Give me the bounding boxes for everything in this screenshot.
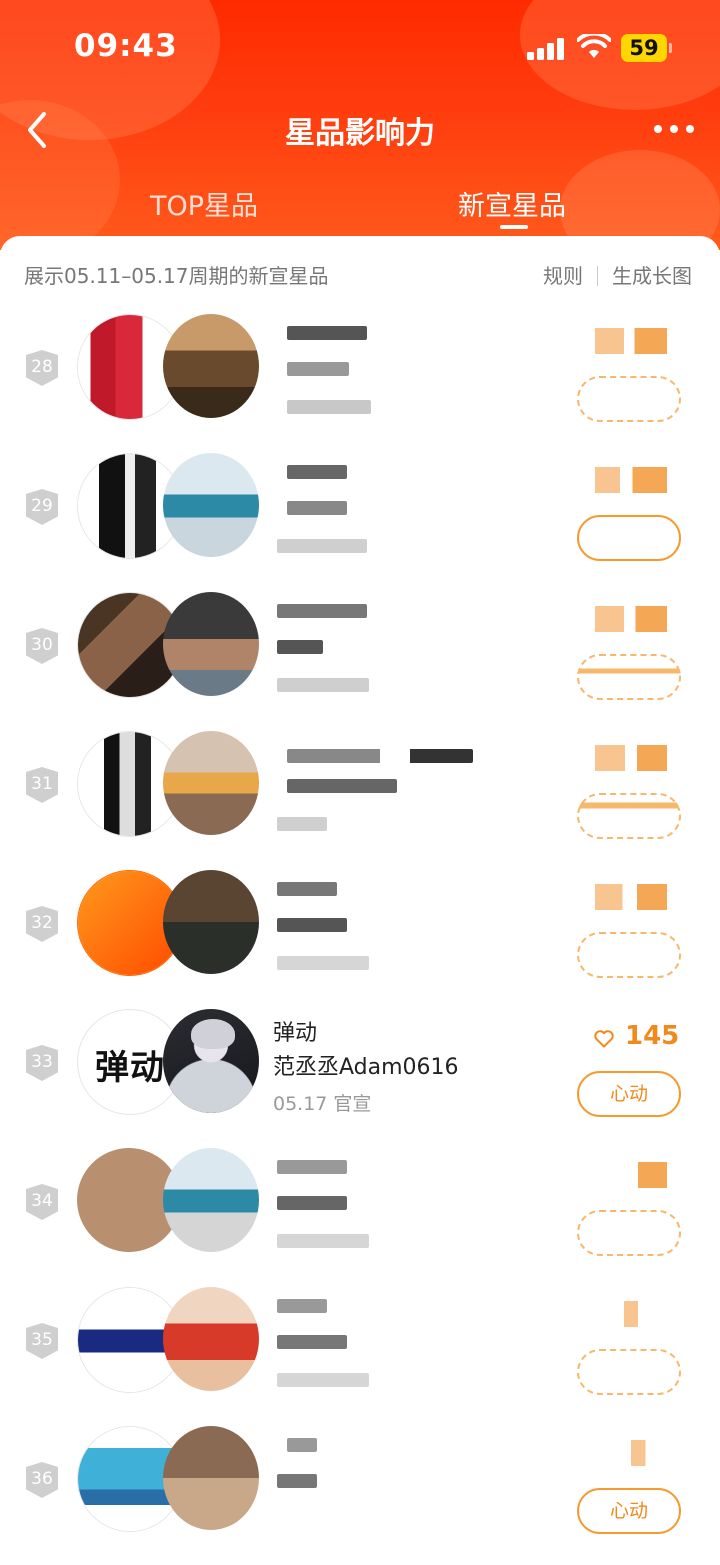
announce-date: 05.17 官宣	[273, 1093, 372, 1115]
like-button[interactable]	[577, 1349, 681, 1395]
like-button[interactable]	[577, 793, 681, 839]
celebrity-avatar	[163, 1009, 259, 1113]
list-item[interactable]: 35	[0, 1287, 720, 1426]
obscured-likes	[595, 1440, 667, 1466]
tab-top-products[interactable]: TOP星品	[150, 184, 258, 223]
rank-badge: 31	[26, 767, 58, 803]
obscured-likes	[595, 467, 667, 493]
celebrity-avatar-obscured	[163, 1426, 259, 1530]
celebrity-avatar-obscured	[163, 1287, 259, 1391]
heart-beat-button[interactable]: 心动	[577, 1488, 681, 1534]
divider	[597, 266, 598, 286]
battery-nub	[669, 43, 672, 53]
list-item[interactable]: 31	[0, 731, 720, 870]
like-count: 145	[625, 1021, 680, 1051]
list-item[interactable]: 30	[0, 592, 720, 731]
rank-badge: 35	[26, 1323, 58, 1359]
active-tab-indicator	[500, 225, 528, 229]
celebrity-avatar-obscured	[163, 453, 259, 557]
rank-badge: 33	[26, 1045, 58, 1081]
tab-new-announced[interactable]: 新宣星品	[458, 184, 566, 223]
obscured-likes	[595, 745, 667, 771]
heart-beat-button[interactable]: 心动	[577, 1071, 681, 1117]
list-item[interactable]: 32	[0, 870, 720, 1009]
obscured-likes	[595, 1162, 667, 1188]
nav-bar: 星品影响力	[0, 96, 720, 166]
like-button[interactable]	[577, 932, 681, 978]
more-options-icon[interactable]	[652, 114, 696, 144]
rank-badge: 36	[26, 1462, 58, 1498]
like-button[interactable]	[577, 515, 681, 561]
celebrity-avatar-obscured	[163, 731, 259, 835]
rank-badge: 28	[26, 350, 58, 386]
like-button[interactable]	[577, 376, 681, 422]
rules-link[interactable]: 规则	[543, 264, 583, 288]
obscured-likes	[595, 884, 667, 910]
page-title: 星品影响力	[285, 116, 435, 151]
rank-badge: 29	[26, 489, 58, 525]
celebrity-avatar-obscured	[163, 592, 259, 696]
list-item[interactable]: 34	[0, 1148, 720, 1287]
like-button[interactable]	[577, 1210, 681, 1256]
celebrity-avatar-obscured	[163, 1148, 259, 1252]
cellular-signal-icon	[527, 38, 565, 60]
list-item[interactable]: 29	[0, 453, 720, 592]
battery-indicator: 59	[621, 34, 667, 62]
generate-long-image-link[interactable]: 生成长图	[612, 264, 692, 288]
celebrity-avatar-obscured	[163, 870, 259, 974]
status-time: 09:43	[74, 28, 178, 64]
obscured-likes	[595, 1301, 667, 1327]
obscured-likes	[595, 328, 667, 354]
ranking-card: 展示05.11–05.17周期的新宣星品 规则 生成长图 28 29 30 31…	[0, 236, 720, 1534]
list-item-tandong[interactable]: 33 弹动 弹动 范丞丞Adam0616 05.17 官宣 145 心动	[0, 1009, 720, 1148]
period-caption: 展示05.11–05.17周期的新宣星品	[24, 264, 329, 288]
endorser-name: 范丞丞Adam0616	[273, 1055, 459, 1080]
rank-badge: 32	[26, 906, 58, 942]
like-button[interactable]	[577, 654, 681, 700]
celebrity-avatar-obscured	[163, 314, 259, 418]
rank-badge: 30	[26, 628, 58, 664]
list-item[interactable]: 36 心动	[0, 1426, 720, 1565]
wifi-icon	[577, 34, 611, 58]
heart-outline-icon	[594, 1030, 614, 1048]
rank-badge: 34	[26, 1184, 58, 1220]
obscured-likes	[595, 606, 667, 632]
product-name: 弹动	[273, 1021, 318, 1046]
list-item[interactable]: 28	[0, 314, 720, 453]
portrait-hair	[191, 1019, 235, 1049]
info-links: 规则 生成长图	[543, 260, 692, 289]
status-bar: 09:43 59	[0, 0, 720, 96]
